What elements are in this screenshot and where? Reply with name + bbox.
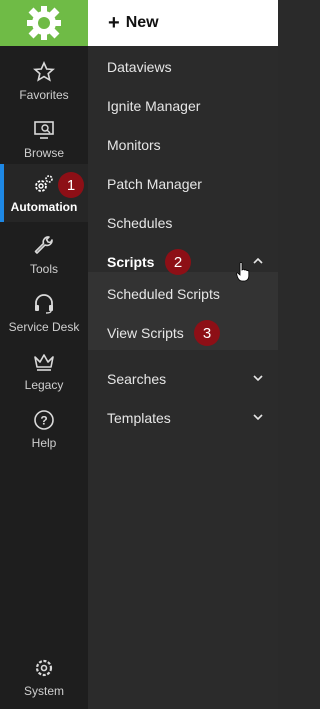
step-badge-1: 1 bbox=[58, 172, 84, 198]
app-logo[interactable] bbox=[0, 0, 88, 46]
menu-item-label: Schedules bbox=[107, 215, 173, 231]
monitor-search-icon bbox=[34, 121, 54, 139]
gear-icon bbox=[35, 659, 53, 677]
rail-item-legacy[interactable]: Legacy bbox=[0, 342, 88, 400]
svg-text:?: ? bbox=[40, 414, 47, 428]
chevron-down-icon bbox=[253, 414, 263, 421]
rail-item-label: Tools bbox=[29, 262, 58, 276]
help-circle-icon: ? bbox=[34, 410, 54, 430]
rail-item-label: Service Desk bbox=[8, 320, 80, 334]
menu-item-label: Ignite Manager bbox=[107, 98, 201, 114]
gear-logo-icon bbox=[27, 6, 61, 40]
menu-item-dataviews[interactable]: Dataviews bbox=[88, 48, 278, 86]
rail-item-service-desk[interactable]: Service Desk bbox=[0, 284, 88, 342]
rail-item-label: System bbox=[23, 684, 64, 698]
menu-item-ignite-manager[interactable]: Ignite Manager bbox=[88, 87, 278, 125]
plus-icon: + bbox=[108, 11, 120, 34]
star-icon bbox=[33, 61, 55, 82]
rail-item-label: Browse bbox=[23, 146, 64, 160]
step-badge-3: 3 bbox=[194, 320, 220, 346]
menu-item-label: Scripts bbox=[107, 254, 155, 270]
rail-item-help[interactable]: ? Help bbox=[0, 400, 88, 458]
menu-item-label: Dataviews bbox=[107, 59, 172, 75]
rail-item-label: Automation bbox=[10, 200, 78, 214]
step-badge-2: 2 bbox=[165, 249, 191, 275]
new-button-label: New bbox=[125, 14, 159, 31]
rail-item-system[interactable]: System bbox=[0, 648, 88, 706]
menu-item-label: View Scripts bbox=[107, 325, 184, 341]
menu-item-label: Templates bbox=[107, 410, 171, 426]
crown-icon bbox=[34, 354, 54, 371]
headset-icon bbox=[35, 294, 53, 314]
rail-item-label: Help bbox=[31, 436, 57, 450]
rail-item-browse[interactable]: Browse bbox=[0, 110, 88, 168]
new-button[interactable]: + New bbox=[88, 0, 278, 46]
menu-item-label: Scheduled Scripts bbox=[107, 286, 220, 302]
wrench-icon bbox=[34, 236, 53, 254]
hand-cursor-icon bbox=[236, 262, 250, 282]
rail-item-label: Favorites bbox=[19, 88, 69, 102]
gears-icon bbox=[35, 175, 53, 192]
menu-item-monitors[interactable]: Monitors bbox=[88, 126, 278, 164]
menu-item-label: Monitors bbox=[107, 137, 161, 153]
menu-item-view-scripts[interactable]: View Scripts bbox=[88, 314, 278, 352]
menu-item-schedules[interactable]: Schedules bbox=[88, 204, 278, 242]
menu-item-searches[interactable]: Searches bbox=[88, 360, 278, 398]
rail-item-favorites[interactable]: Favorites bbox=[0, 52, 88, 110]
chevron-down-icon bbox=[253, 375, 263, 382]
menu-item-label: Patch Manager bbox=[107, 176, 202, 192]
chevron-up-icon bbox=[253, 257, 263, 264]
menu-item-templates[interactable]: Templates bbox=[88, 399, 278, 437]
rail-item-label: Legacy bbox=[24, 378, 64, 392]
side-rail: Favorites Browse Automation Tools Servic… bbox=[0, 0, 88, 709]
rail-item-tools[interactable]: Tools bbox=[0, 226, 88, 284]
menu-item-label: Searches bbox=[107, 371, 167, 387]
menu-item-patch-manager[interactable]: Patch Manager bbox=[88, 165, 278, 203]
